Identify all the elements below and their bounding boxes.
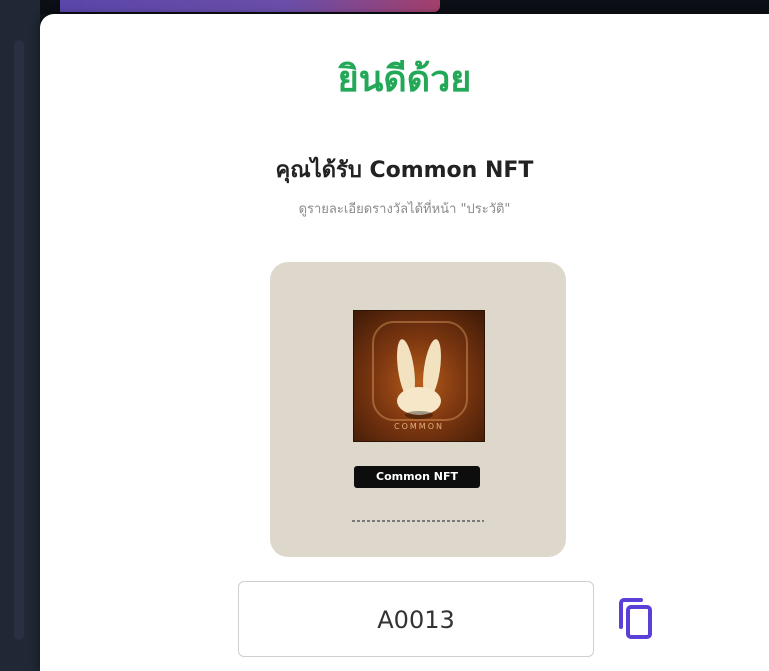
reward-subtitle: คุณได้รับ Common NFT (275, 158, 534, 183)
copy-icon (619, 598, 652, 639)
nft-name-badge: Common NFT (354, 466, 480, 488)
nft-card: COMMON Common NFT (270, 262, 566, 557)
nft-image-label: COMMON (394, 422, 444, 431)
reward-code-field[interactable]: A0013 (238, 581, 594, 657)
copy-code-button[interactable] (612, 596, 658, 642)
app-screen: ยินดีด้วย คุณได้รับ Common NFT ดูรายละเอ… (0, 0, 769, 671)
nft-fineprint (352, 520, 484, 522)
background-banner (60, 0, 440, 12)
modal-title: ยินดีด้วย (337, 59, 472, 100)
reward-hint: ดูรายละเอียดรางวัลได้ที่หน้า "ประวัติ" (298, 202, 511, 217)
background-left-edge (0, 0, 40, 671)
reward-modal: ยินดีด้วย คุณได้รับ Common NFT ดูรายละเอ… (40, 14, 769, 671)
nft-image: COMMON (353, 310, 485, 442)
